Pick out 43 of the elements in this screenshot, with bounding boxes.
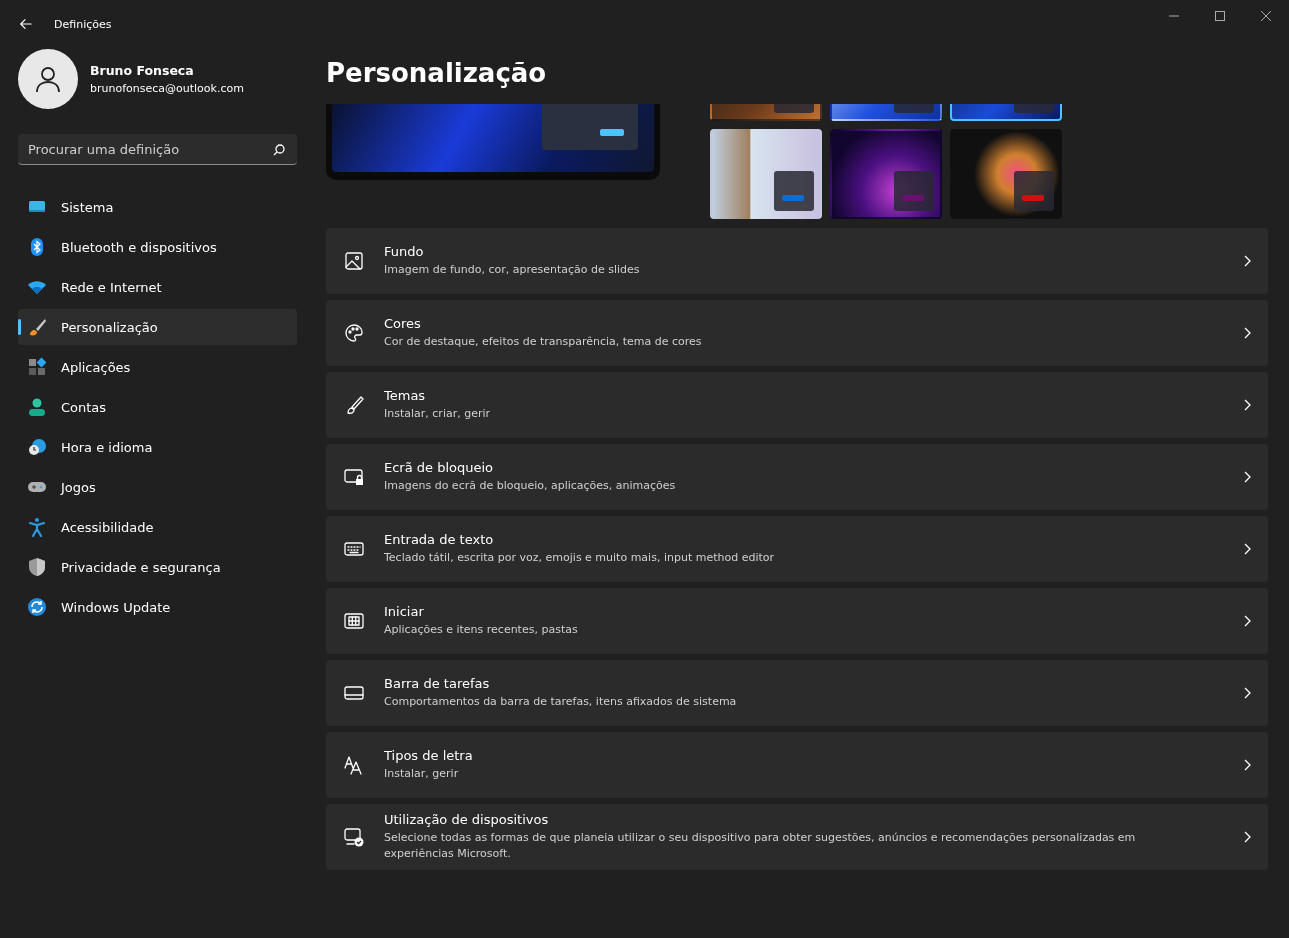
settings-row[interactable]: Temas Instalar, criar, gerir bbox=[326, 372, 1268, 438]
row-title: Fundo bbox=[384, 244, 425, 259]
user-name: Bruno Fonseca bbox=[90, 63, 195, 78]
window-title: Definições bbox=[54, 17, 112, 31]
sidebar-item[interactable]: Sistema bbox=[18, 189, 297, 225]
sidebar-item[interactable]: Aplicações bbox=[18, 349, 297, 385]
settings-row[interactable]: Fundo Imagem de fundo, cor, apresentação de slides bbox=[326, 228, 1268, 294]
row-subtitle: Imagem de fundo, cor, apresentação de slides bbox=[384, 262, 641, 278]
row-title: Iniciar bbox=[384, 604, 425, 619]
row-subtitle: Selecione todas as formas de que planeia utilizar o seu dispositivo para obter sugestões, anúncios e recomendações personalizadas em experiências Microsoft. bbox=[384, 830, 1137, 862]
row-subtitle: Instalar, gerir bbox=[384, 766, 460, 782]
sidebar-item[interactable]: Bluetooth e dispositivos bbox=[18, 229, 297, 265]
settings-row[interactable]: Barra de tarefas Comportamentos da barra de tarefas, itens afixados de sistema bbox=[326, 660, 1268, 726]
row-subtitle: Aplicações e itens recentes, pastas bbox=[384, 622, 579, 638]
row-subtitle: Comportamentos da barra de tarefas, itens afixados de sistema bbox=[384, 694, 738, 710]
sidebar-item[interactable]: Personalização bbox=[18, 309, 297, 345]
settings-row[interactable]: Entrada de texto Teclado tátil, escrita por voz, emojis e muito mais, input method editor bbox=[326, 516, 1268, 582]
row-subtitle: Instalar, criar, gerir bbox=[384, 406, 492, 422]
sidebar-item[interactable]: Privacidade e segurança bbox=[18, 549, 297, 585]
page-title: Personalização bbox=[326, 58, 548, 90]
row-title: Utilização de dispositivos bbox=[384, 812, 550, 827]
row-subtitle: Imagens do ecrã de bloqueio, aplicações, animações bbox=[384, 478, 677, 494]
sidebar-item[interactable]: Rede e Internet bbox=[18, 269, 297, 305]
sidebar-item[interactable]: Contas bbox=[18, 389, 297, 425]
row-title: Tipos de letra bbox=[384, 748, 474, 763]
row-title: Barra de tarefas bbox=[384, 676, 491, 691]
row-title: Entrada de texto bbox=[384, 532, 495, 547]
user-email: brunofonseca@outlook.com bbox=[90, 82, 244, 95]
sidebar-item[interactable]: Jogos bbox=[18, 469, 297, 505]
row-subtitle: Teclado tátil, escrita por voz, emojis e muito mais, input method editor bbox=[384, 550, 776, 566]
settings-row[interactable]: Ecrã de bloqueio Imagens do ecrã de bloqueio, aplicações, animações bbox=[326, 444, 1268, 510]
row-title: Temas bbox=[384, 388, 427, 403]
row-subtitle: Cor de destaque, efeitos de transparência, tema de cores bbox=[384, 334, 703, 350]
sidebar-item[interactable]: Windows Update bbox=[18, 589, 297, 625]
sidebar-item[interactable]: Acessibilidade bbox=[18, 509, 297, 545]
settings-row[interactable]: Utilização de dispositivos Selecione todas as formas de que planeia utilizar o seu dispositivo para obter sugestões, anúncios e recomendações personalizadas em experiências Microsoft. bbox=[326, 804, 1268, 870]
row-title: Ecrã de bloqueio bbox=[384, 460, 495, 475]
settings-row[interactable]: Tipos de letra Instalar, gerir bbox=[326, 732, 1268, 798]
settings-row[interactable]: Cores Cor de destaque, efeitos de transparência, tema de cores bbox=[326, 300, 1268, 366]
search-field[interactable]: Procurar uma definição bbox=[18, 134, 297, 165]
settings-row[interactable]: Iniciar Aplicações e itens recentes, pastas bbox=[326, 588, 1268, 654]
row-title: Cores bbox=[384, 316, 422, 331]
sidebar-item[interactable]: Hora e idioma bbox=[18, 429, 297, 465]
